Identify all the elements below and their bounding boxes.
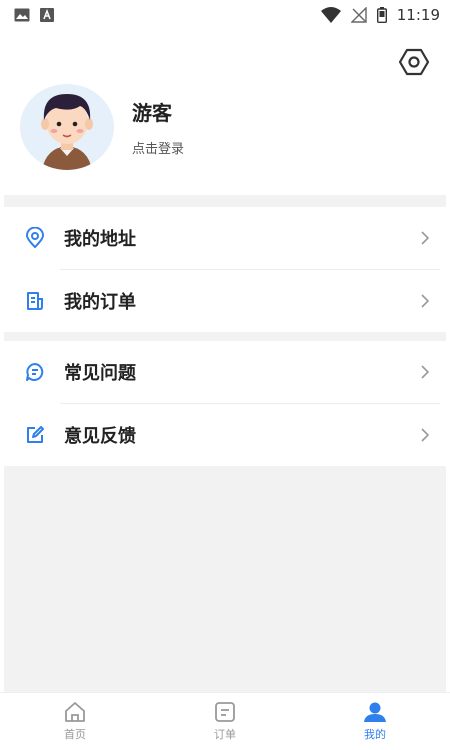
menu-label-orders: 我的订单 bbox=[64, 292, 136, 313]
gallery-notification-icon bbox=[14, 8, 30, 22]
avatar bbox=[20, 84, 114, 170]
menu-label-address: 我的地址 bbox=[64, 229, 136, 250]
menu-item-faq[interactable]: 常见问题 bbox=[4, 341, 446, 403]
wifi-icon bbox=[320, 7, 341, 23]
chevron-right-icon bbox=[420, 364, 430, 380]
tab-home[interactable]: 首页 bbox=[0, 693, 150, 750]
tab-label-home: 首页 bbox=[64, 728, 86, 741]
tab-label-mine: 我的 bbox=[364, 728, 386, 741]
bottom-tab-bar: 首页 订单 我的 bbox=[0, 692, 450, 750]
menu-group-support: 常见问题 意见反馈 bbox=[4, 341, 446, 466]
login-link[interactable]: 点击登录 bbox=[132, 138, 184, 157]
profile-header[interactable]: 游客 点击登录 bbox=[20, 84, 184, 170]
feedback-icon bbox=[24, 424, 46, 446]
faq-icon bbox=[24, 361, 46, 383]
chevron-right-icon bbox=[420, 427, 430, 443]
settings-button[interactable] bbox=[398, 46, 430, 78]
user-icon bbox=[364, 702, 386, 722]
tab-orders[interactable]: 订单 bbox=[150, 693, 300, 750]
location-icon bbox=[24, 227, 46, 249]
order-icon bbox=[24, 290, 46, 312]
menu-item-orders[interactable]: 我的订单 bbox=[4, 270, 446, 332]
section-gap bbox=[4, 195, 446, 207]
battery-icon bbox=[376, 7, 387, 23]
menu-group-account: 我的地址 我的订单 bbox=[4, 207, 446, 332]
menu-item-address[interactable]: 我的地址 bbox=[4, 207, 446, 269]
section-gap bbox=[4, 331, 446, 341]
chevron-right-icon bbox=[420, 293, 430, 309]
tab-mine[interactable]: 我的 bbox=[300, 693, 450, 750]
empty-background bbox=[4, 465, 446, 692]
tab-label-orders: 订单 bbox=[214, 728, 236, 741]
no-signal-icon bbox=[350, 7, 367, 23]
status-bar: 11:19 bbox=[0, 0, 450, 30]
chevron-right-icon bbox=[420, 230, 430, 246]
menu-label-faq: 常见问题 bbox=[64, 363, 136, 384]
order-tab-icon bbox=[215, 702, 235, 722]
settings-icon bbox=[399, 48, 429, 76]
menu-label-feedback: 意见反馈 bbox=[64, 426, 136, 447]
home-icon bbox=[65, 702, 85, 722]
text-notification-icon bbox=[40, 8, 54, 22]
status-time: 11:19 bbox=[396, 6, 440, 24]
menu-item-feedback[interactable]: 意见反馈 bbox=[4, 404, 446, 466]
profile-name: 游客 bbox=[132, 101, 172, 125]
